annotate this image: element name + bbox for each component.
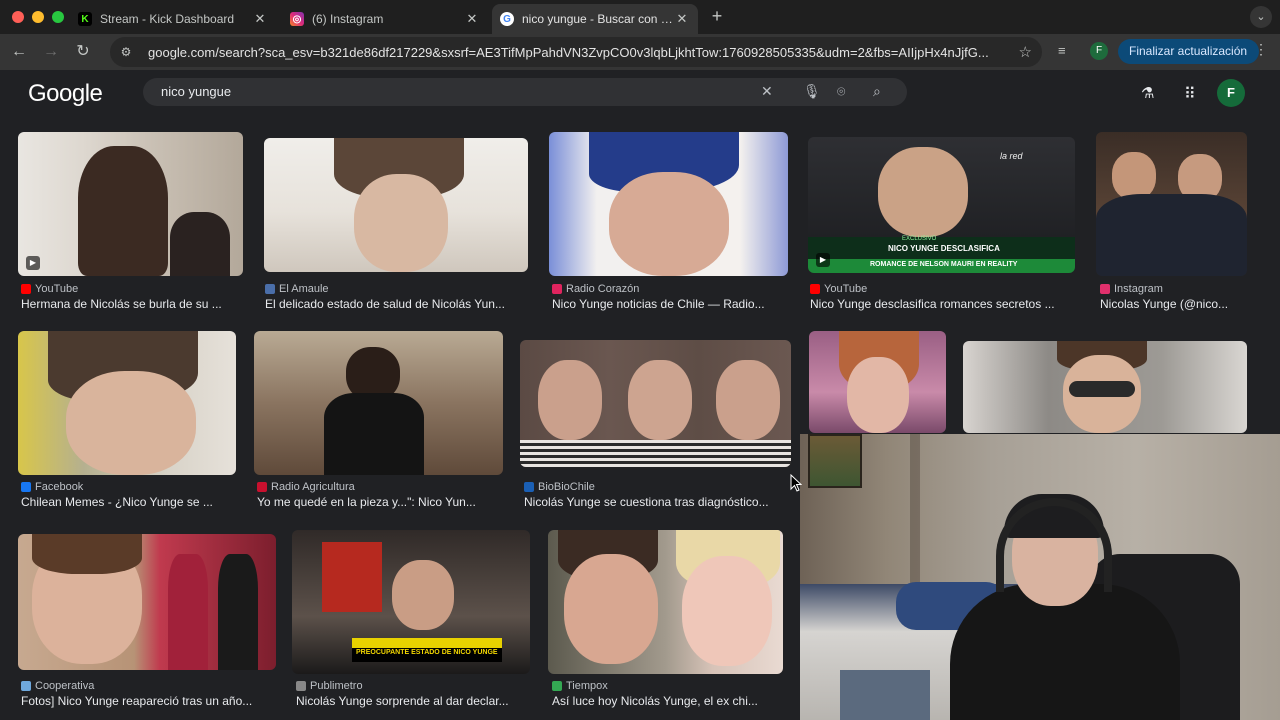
tab-title: Stream - Kick Dashboard	[100, 12, 235, 26]
result-thumbnail[interactable]	[548, 530, 783, 674]
result-thumbnail[interactable]	[549, 132, 788, 276]
window-maximize-button[interactable]	[52, 11, 64, 23]
finish-update-button[interactable]: Finalizar actualización	[1118, 39, 1260, 64]
result-thumbnail[interactable]	[254, 331, 503, 475]
result-caption[interactable]: Nicolás Yunge sorprende al dar declar...	[296, 694, 532, 708]
biobiochile-icon	[524, 482, 534, 492]
cooperativa-icon	[21, 681, 31, 691]
result-thumbnail[interactable]	[1096, 132, 1247, 276]
back-icon[interactable]: ←	[8, 41, 30, 63]
news-tag: EXCLUSIVO	[902, 236, 937, 242]
result-thumbnail[interactable]: ▶	[18, 132, 243, 276]
radio-agricultura-icon	[257, 482, 267, 492]
site-info-icon[interactable]: ⚙	[118, 45, 134, 59]
apps-grid-icon[interactable]: ⠿	[1184, 84, 1196, 104]
result-caption[interactable]: Fotos] Nico Yunge reapareció tras un año…	[21, 694, 276, 708]
news-banner-line2: ROMANCE DE NELSON MAURI EN REALITY	[870, 261, 1018, 268]
youtube-icon	[810, 284, 820, 294]
screen: { "browser": { "tabs": [ {"title": "Stre…	[0, 0, 1280, 720]
result-source[interactable]: El Amaule	[265, 283, 329, 295]
search-icon[interactable]: ⌕	[873, 83, 881, 100]
window-close-button[interactable]	[12, 11, 24, 23]
youtube-icon	[21, 284, 31, 294]
tab-strip: K Stream - Kick Dashboard ✕ ◎ (6) Instag…	[0, 0, 1280, 34]
result-caption[interactable]: Así luce hoy Nicolás Yunge, el ex chi...	[552, 694, 782, 708]
publimetro-icon	[296, 681, 306, 691]
result-caption[interactable]: Nico Yunge noticias de Chile — Radio...	[552, 297, 788, 311]
result-thumbnail[interactable]	[264, 138, 528, 272]
facebook-icon	[21, 482, 31, 492]
video-play-icon: ▶	[26, 256, 40, 270]
mouse-cursor-icon	[790, 474, 802, 492]
table-box	[840, 670, 930, 720]
reload-icon[interactable]: ↻	[72, 41, 94, 63]
result-thumbnail[interactable]	[963, 341, 1247, 433]
wall-poster	[808, 434, 862, 488]
lens-search-icon[interactable]: ⌾	[837, 83, 845, 100]
url-text[interactable]: google.com/search?sca_esv=b321de86df2172…	[148, 45, 1008, 60]
new-tab-icon[interactable]: +	[708, 6, 726, 27]
result-thumbnail[interactable]: PREOCUPANTE ESTADO DE NICO YUNGE	[292, 530, 530, 674]
radio-corazon-icon	[552, 284, 562, 294]
media-controls-icon[interactable]: ≡	[1058, 43, 1066, 58]
result-source[interactable]: Radio Corazón	[552, 283, 639, 295]
result-thumbnail[interactable]	[18, 534, 276, 670]
clear-search-icon[interactable]: ✕	[761, 83, 773, 100]
result-source[interactable]: YouTube	[810, 283, 867, 295]
result-source[interactable]: Cooperativa	[21, 680, 94, 692]
result-caption[interactable]: Nicolás Yunge se cuestiona tras diagnóst…	[524, 495, 790, 509]
close-tab-icon[interactable]: ✕	[464, 11, 480, 27]
channel-logo: la red	[1000, 151, 1023, 161]
result-caption[interactable]: Chilean Memes - ¿Nico Yunge se ...	[21, 495, 236, 509]
result-caption[interactable]: Hermana de Nicolás se burla de su ...	[21, 297, 243, 311]
labs-icon[interactable]: ⚗	[1141, 84, 1154, 102]
instagram-icon	[1100, 284, 1110, 294]
account-avatar[interactable]: F	[1217, 79, 1245, 107]
tab-title: (6) Instagram	[312, 12, 384, 26]
result-caption[interactable]: El delicado estado de salud de Nicolás Y…	[265, 297, 529, 311]
google-logo[interactable]: Google	[28, 80, 103, 108]
result-source[interactable]: Facebook	[21, 481, 83, 493]
result-source[interactable]: BioBioChile	[524, 481, 595, 493]
profile-avatar-small[interactable]: F	[1090, 42, 1108, 60]
video-play-icon: ▶	[816, 253, 830, 267]
result-thumbnail[interactable]	[18, 331, 236, 475]
voice-search-icon[interactable]: 🎙	[803, 83, 821, 100]
google-icon: G	[500, 12, 514, 26]
tab-title: nico yungue - Buscar con Google	[522, 12, 674, 26]
browser-toolbar: ← → ↻ ⚙ google.com/search?sca_esv=b321de…	[0, 34, 1280, 70]
news-banner-line3: PREOCUPANTE ESTADO DE NICO YUNGE	[356, 649, 498, 656]
result-caption[interactable]: Yo me quedé en la pieza y...": Nico Yun.…	[257, 495, 503, 509]
browser-menu-icon[interactable]: ⋮	[1254, 41, 1268, 58]
result-thumbnail[interactable]	[809, 331, 946, 433]
address-bar[interactable]: ⚙ google.com/search?sca_esv=b321de86df21…	[110, 37, 1042, 67]
search-input[interactable]: nico yungue ✕ 🎙 ⌾ ⌕	[143, 78, 907, 106]
tab-search-icon[interactable]: ⌄	[1250, 6, 1272, 28]
result-thumbnail[interactable]	[520, 340, 791, 467]
result-caption[interactable]: Nicolas Yunge (@nico...	[1100, 297, 1250, 311]
bookmark-star-icon[interactable]: ☆	[1019, 43, 1032, 61]
news-banner-line1: NICO YUNGE DESCLASIFICA	[888, 244, 1000, 253]
tab-instagram[interactable]: ◎ (6) Instagram ✕	[282, 4, 488, 34]
close-tab-icon[interactable]: ✕	[674, 11, 690, 27]
close-tab-icon[interactable]: ✕	[252, 11, 268, 27]
forward-icon[interactable]: →	[40, 41, 62, 63]
window-minimize-button[interactable]	[32, 11, 44, 23]
tab-kick[interactable]: K Stream - Kick Dashboard ✕	[70, 4, 276, 34]
search-query[interactable]: nico yungue	[161, 84, 231, 99]
result-source[interactable]: YouTube	[21, 283, 78, 295]
result-source[interactable]: Publimetro	[296, 680, 363, 692]
kick-icon: K	[78, 12, 92, 26]
tiempox-icon	[552, 681, 562, 691]
result-source[interactable]: Radio Agricultura	[257, 481, 355, 493]
tab-google-search[interactable]: G nico yungue - Buscar con Google ✕	[492, 4, 698, 34]
webcam-overlay	[800, 434, 1280, 720]
result-thumbnail[interactable]: EXCLUSIVO NICO YUNGE DESCLASIFICA ROMANC…	[808, 137, 1075, 273]
result-source[interactable]: Instagram	[1100, 283, 1163, 295]
el-amaule-icon	[265, 284, 275, 294]
result-caption[interactable]: Nico Yunge desclasifica romances secreto…	[810, 297, 1078, 311]
result-source[interactable]: Tiempox	[552, 680, 608, 692]
instagram-icon: ◎	[290, 12, 304, 26]
